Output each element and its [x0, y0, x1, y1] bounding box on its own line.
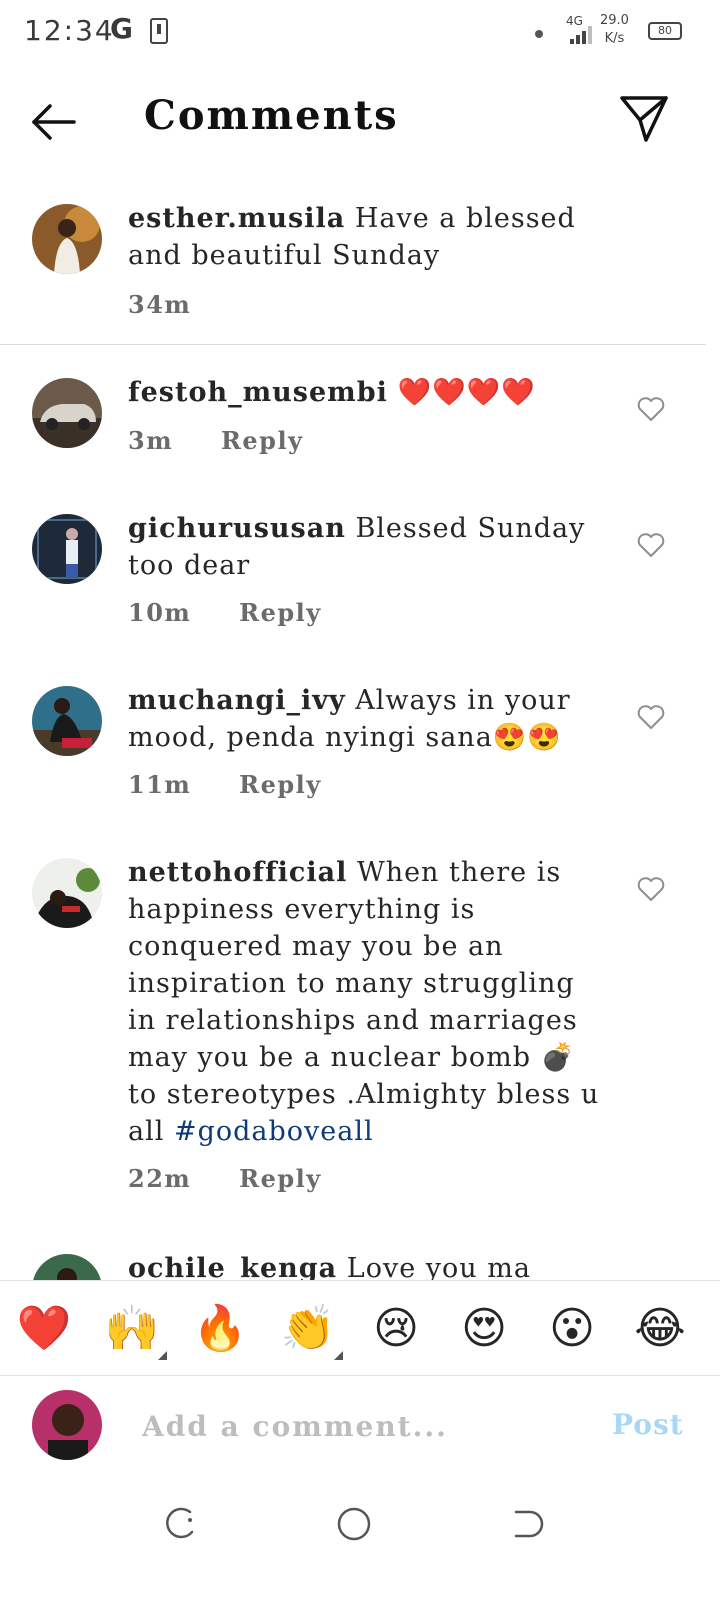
comment-composer: Post	[0, 1376, 720, 1476]
avatar[interactable]	[32, 378, 102, 448]
carrier-icon: G	[110, 12, 133, 45]
comment-meta: 10m Reply	[128, 598, 322, 627]
speed-value: 29.0	[600, 13, 629, 28]
status-time: 12:34	[24, 14, 115, 47]
comment-hashtag[interactable]: #godaboveall	[174, 1116, 374, 1147]
comment-meta: 22m Reply	[128, 1164, 322, 1193]
comment-meta: 11m Reply	[128, 770, 322, 799]
reaction-raising-hands[interactable]: 🙌	[104, 1301, 160, 1357]
reaction-laughing[interactable]: 😂	[632, 1301, 688, 1357]
avatar[interactable]	[32, 686, 102, 756]
comment-username[interactable]: esther.musila	[128, 203, 345, 234]
comment-time: 11m	[128, 770, 192, 799]
avatar[interactable]	[32, 514, 102, 584]
divider	[0, 344, 706, 345]
comment-body: gichurususan Blessed Sunday too dear	[128, 510, 608, 584]
comment-username[interactable]: festoh_musembi	[128, 377, 388, 408]
reaction-heart[interactable]: ❤️	[16, 1301, 72, 1357]
back-nav-icon[interactable]	[506, 1504, 546, 1544]
sim-alert-icon	[150, 18, 168, 44]
comment-username[interactable]: gichurususan	[128, 513, 346, 544]
like-heart-icon[interactable]	[636, 394, 666, 424]
speed-unit: K/s	[604, 31, 625, 46]
comment-time: 34m	[128, 290, 192, 319]
notification-dot-icon	[535, 30, 543, 38]
comments-list[interactable]: esther.musila Have a blessed and beautif…	[0, 178, 720, 1280]
header: Comments	[0, 68, 720, 178]
reaction-crying[interactable]: 😢	[368, 1301, 424, 1357]
quick-reactions-bar: ❤️ 🙌 🔥 👏 😢 😍 😮 😂	[0, 1280, 720, 1376]
reply-button[interactable]: Reply	[239, 598, 322, 627]
send-icon[interactable]	[616, 92, 672, 148]
comment-username[interactable]: nettohofficial	[128, 857, 347, 888]
comment-username[interactable]: ochile_kenga	[128, 1253, 337, 1280]
comment-body: ochile_kenga Love you ma people	[128, 1250, 608, 1280]
comment-time: 10m	[128, 598, 192, 627]
back-arrow-icon[interactable]	[28, 96, 80, 148]
comment-body: nettohofficial When there is happiness e…	[128, 854, 608, 1150]
comment-meta: 3m Reply	[128, 426, 304, 455]
recent-apps-icon[interactable]	[160, 1504, 200, 1544]
comment-body: festoh_musembi ❤️❤️❤️❤️	[128, 374, 608, 411]
reply-button[interactable]: Reply	[239, 1164, 322, 1193]
signal-icon	[570, 26, 594, 44]
comment-text: When there is happiness everything is co…	[128, 857, 600, 1147]
post-button[interactable]: Post	[612, 1408, 684, 1441]
like-heart-icon[interactable]	[636, 530, 666, 560]
comment-meta: 34m	[128, 290, 191, 319]
like-heart-icon[interactable]	[636, 874, 666, 904]
reply-button[interactable]: Reply	[221, 426, 304, 455]
reaction-heart-eyes[interactable]: 😍	[456, 1301, 512, 1357]
reaction-surprised[interactable]: 😮	[544, 1301, 600, 1357]
status-bar: 12:34 G 4G 29.0 K/s 80	[0, 0, 720, 68]
avatar	[32, 1390, 102, 1460]
comment-time: 22m	[128, 1164, 192, 1193]
reaction-fire[interactable]: 🔥	[192, 1301, 248, 1357]
avatar[interactable]	[32, 204, 102, 274]
skin-tone-indicator-icon	[158, 1351, 167, 1360]
network-speed: 29.0 K/s	[600, 12, 629, 48]
comment-input[interactable]	[140, 1400, 584, 1452]
comment-body: esther.musila Have a blessed and beautif…	[128, 200, 608, 274]
reaction-clapping[interactable]: 👏	[280, 1301, 336, 1357]
avatar[interactable]	[32, 1254, 102, 1280]
skin-tone-indicator-icon	[334, 1351, 343, 1360]
avatar[interactable]	[32, 858, 102, 928]
comment-text: ❤️❤️❤️❤️	[397, 377, 536, 408]
battery-icon: 80	[648, 22, 682, 40]
comment-username[interactable]: muchangi_ivy	[128, 685, 346, 716]
comment-body: muchangi_ivy Always in your mood, penda …	[128, 682, 608, 756]
page-title: Comments	[144, 92, 399, 139]
reply-button[interactable]: Reply	[239, 770, 322, 799]
home-icon[interactable]	[334, 1504, 374, 1544]
like-heart-icon[interactable]	[636, 702, 666, 732]
system-nav-bar	[0, 1480, 720, 1600]
comment-time: 3m	[128, 426, 174, 455]
